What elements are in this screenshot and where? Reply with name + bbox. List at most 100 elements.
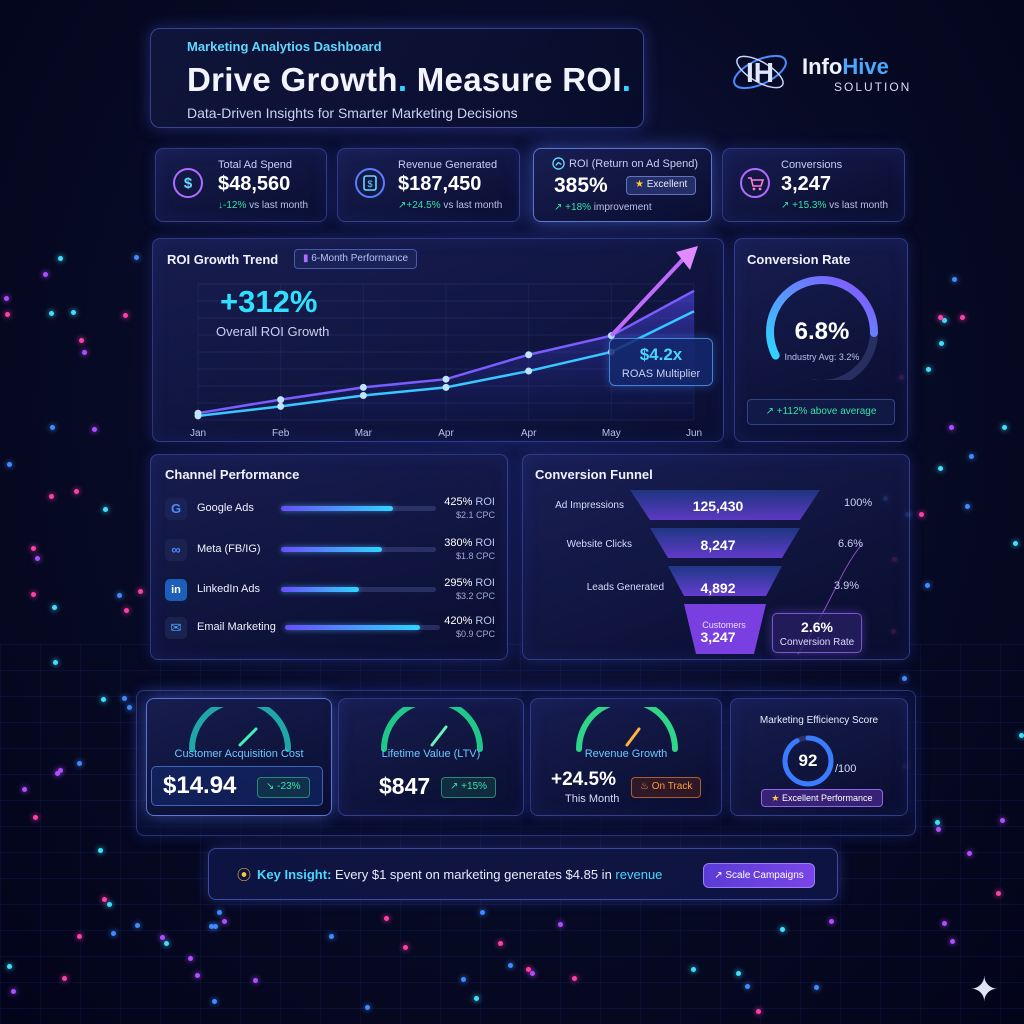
channel-row-meta[interactable]: ∞ Meta (FB/IG) 380% ROI $1.8 CPC [165, 537, 495, 569]
background-light [1012, 540, 1018, 546]
title-dot: . [397, 61, 408, 98]
channel-roi: 295% ROI [444, 577, 495, 589]
background-light [779, 926, 785, 932]
data-point[interactable] [442, 375, 450, 383]
data-point[interactable] [277, 402, 285, 410]
channel-row-linkedin[interactable]: in LinkedIn Ads 295% ROI $3.2 CPC [165, 577, 495, 609]
kpi-label: Total Ad Spend [218, 159, 293, 171]
channel-cpc: $3.2 CPC [455, 591, 495, 601]
gauge-text: 6.8% Industry Avg: 3.2% [760, 0, 884, 400]
background-light [49, 425, 55, 431]
background-light [497, 940, 503, 946]
location-pin-icon: ⦿ [237, 867, 251, 883]
insight-key: Key Insight: [257, 867, 332, 882]
background-light [690, 967, 696, 972]
channel-roi-value: 425% [444, 496, 473, 508]
revenue-growth-label: Revenue Growth [584, 748, 668, 760]
linkedin-icon: in [165, 579, 187, 601]
data-point[interactable] [194, 409, 202, 417]
data-point[interactable] [359, 392, 367, 400]
background-light [529, 971, 535, 977]
data-point[interactable] [525, 367, 533, 375]
revenue-growth-value: +24.5% [551, 769, 616, 790]
background-light [942, 920, 948, 926]
channel-bar-track [281, 587, 436, 592]
key-insight-bar: ⦿ Key Insight: Every $1 spent on marketi… [208, 848, 838, 900]
x-tick-label: Mar [355, 428, 373, 439]
kpi-delta-value: -12% [223, 200, 247, 211]
funnel-conversion-label: Conversion Rate [779, 637, 855, 648]
on-track-label: On Track [651, 781, 693, 792]
background-light [948, 424, 954, 430]
ltv-delta-value: +15% [461, 781, 488, 792]
insight-text: Key Insight: Every $1 spent on marketing… [257, 867, 662, 882]
ltv-card[interactable]: Lifetime Value (LTV) $847 ↗ +15% [338, 698, 524, 816]
ltv-delta: ↗ +15% [441, 777, 497, 798]
background-light [939, 341, 945, 347]
background-light [507, 963, 513, 969]
channel-bar-track [285, 625, 440, 630]
data-point[interactable] [277, 396, 285, 404]
background-light [525, 966, 531, 972]
cac-gauge [189, 707, 291, 752]
insight-highlight: revenue [615, 867, 663, 882]
roas-value: $4.2x [639, 345, 683, 364]
kpi-delta: ↗ +18% improvement [554, 202, 652, 213]
kpi-label: ROI (Return on Ad Spend) [569, 158, 699, 170]
channel-roi-unit: ROI [472, 577, 495, 589]
channel-bar-track [281, 547, 436, 552]
background-light [92, 426, 98, 432]
background-light [137, 588, 143, 594]
background-light [919, 512, 925, 518]
channel-roi-value: 295% [444, 577, 473, 589]
kpi-delta-suffix: vs last month [440, 200, 503, 211]
background-light [217, 910, 223, 915]
funnel-percent: 100% [844, 497, 873, 509]
background-light [969, 453, 975, 459]
roas-multiplier-card: $4.2x ROAS Multiplier [609, 338, 713, 386]
data-point[interactable] [359, 383, 367, 391]
cac-label: Customer Acquisition Cost [174, 748, 304, 760]
cac-value: $14.94 [163, 772, 237, 799]
channel-cpc: $1.8 CPC [455, 551, 495, 561]
revenue-growth-card[interactable]: Revenue Growth +24.5% This Month ♨ On Tr… [530, 698, 722, 816]
efficiency-score-card[interactable]: Marketing Efficiency Score 92 /100 ★ Exc… [730, 698, 908, 816]
background-light [937, 466, 943, 472]
meta-icon: ∞ [165, 539, 187, 561]
scale-campaigns-label: Scale Campaigns [725, 870, 804, 881]
kpi-card-revenue[interactable]: $ Revenue Generated $187,450 ↗+24.5% vs … [337, 148, 520, 222]
revenue-receipt-icon: $ [355, 168, 385, 198]
data-point[interactable] [442, 383, 450, 391]
cac-card[interactable]: Customer Acquisition Cost $14.94 ↘ -23% [146, 698, 332, 816]
background-light [49, 310, 54, 316]
channel-row-email[interactable]: ✉ Email Marketing 420% ROI $0.9 CPC [165, 615, 495, 647]
background-light [42, 272, 48, 278]
efficiency-value: 92 [798, 751, 818, 770]
channel-bar-fill [281, 547, 382, 552]
background-light [1001, 424, 1007, 430]
badge-label: Excellent [646, 179, 688, 190]
kpi-delta: ↓-12% vs last month [218, 200, 308, 211]
data-point[interactable] [525, 351, 533, 359]
kpi-card-roi[interactable]: ROI (Return on Ad Spend) 385% ★ Excellen… [533, 148, 712, 222]
background-light [73, 489, 79, 495]
background-light [328, 934, 334, 940]
channel-row-google[interactable]: G Google Ads 425% ROI $2.1 CPC [165, 496, 495, 528]
kpi-label: Revenue Generated [398, 159, 498, 171]
scale-campaigns-button[interactable]: ↗ Scale Campaigns [703, 863, 815, 888]
ltv-label: Lifetime Value (LTV) [381, 748, 481, 760]
trend-down-icon: ↘ [266, 781, 275, 792]
funnel-conversion-value: 2.6% [801, 619, 833, 635]
channel-performance-title: Channel Performance [165, 467, 300, 482]
email-icon: ✉ [165, 617, 187, 639]
efficiency-badge: ★ Excellent Performance [761, 789, 883, 807]
background-light [3, 296, 9, 302]
background-light [829, 918, 835, 924]
kpi-card-ad-spend[interactable]: $ Total Ad Spend $48,560 ↓-12% vs last m… [155, 148, 327, 222]
x-tick-label: Jun [686, 428, 702, 439]
roi-chart-icon [552, 157, 565, 170]
background-light [123, 312, 129, 318]
channel-roi: 380% ROI [444, 537, 495, 549]
x-tick-label: Feb [272, 428, 290, 439]
funnel-label: Leads Generated [586, 582, 664, 593]
